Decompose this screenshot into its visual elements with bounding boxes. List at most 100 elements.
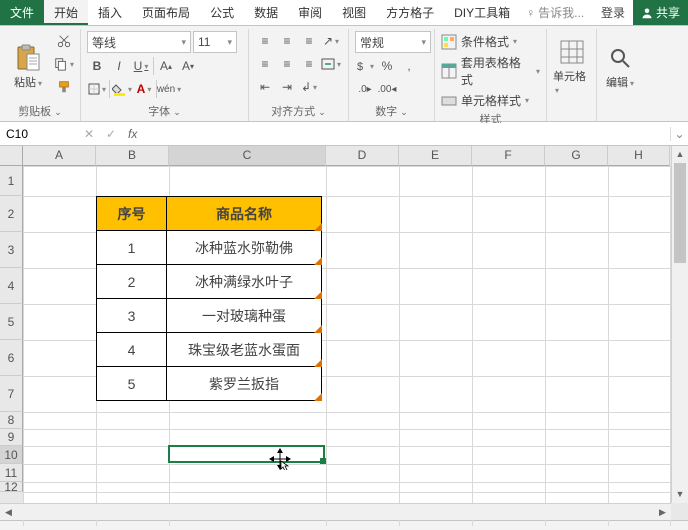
col-header-A[interactable]: A (23, 146, 96, 166)
scroll-down-button[interactable]: ▼ (672, 486, 688, 503)
editing-button[interactable]: 编辑 (603, 29, 637, 101)
scroll-right-button[interactable]: ▶ (654, 507, 671, 518)
row-header-2[interactable]: 2 (0, 196, 23, 232)
font-name-combo[interactable]: 等线▾ (87, 31, 191, 53)
underline-button[interactable]: U (131, 56, 151, 76)
shrink-font-button[interactable]: A▾ (178, 56, 198, 76)
row-header-10[interactable]: 10 (0, 446, 23, 464)
paste-button[interactable]: 粘贴 (6, 29, 50, 101)
status-bar (0, 520, 688, 530)
font-color-button[interactable]: A (134, 79, 154, 99)
tab-review[interactable]: 审阅 (288, 0, 332, 25)
font-size-combo[interactable]: 11▾ (193, 31, 237, 53)
align-left-button[interactable]: ≡ (255, 54, 275, 74)
italic-button[interactable]: I (109, 56, 129, 76)
format-painter-button[interactable] (54, 77, 74, 97)
name-box[interactable]: ▾ (0, 123, 78, 145)
group-label: 剪贴板 ⌄ (6, 101, 74, 121)
align-top-button[interactable]: ≡ (255, 31, 275, 51)
group-font: 等线▾ 11▾ B I U A▴ A▾ A wén 字体 ⌄ (81, 29, 249, 121)
row-header-5[interactable]: 5 (0, 304, 23, 340)
cell-name[interactable]: 冰种蓝水弥勒佛 (167, 231, 322, 265)
currency-button[interactable]: $ (355, 56, 375, 76)
select-all-corner[interactable] (0, 146, 23, 166)
col-header-F[interactable]: F (472, 146, 545, 166)
cell-id[interactable]: 4 (97, 333, 167, 367)
decrease-indent-button[interactable]: ⇤ (255, 77, 275, 97)
col-header-C[interactable]: C (169, 146, 326, 166)
align-right-button[interactable]: ≡ (299, 54, 319, 74)
row-header-8[interactable]: 8 (0, 412, 23, 429)
scroll-up-button[interactable]: ▲ (672, 146, 688, 163)
tab-home[interactable]: 开始 (44, 0, 88, 25)
horizontal-scrollbar[interactable]: ◀ ▶ (0, 503, 671, 520)
row-header-1[interactable]: 1 (0, 166, 23, 196)
decrease-decimal-button[interactable]: .00◂ (377, 79, 397, 99)
copy-button[interactable] (54, 54, 74, 74)
align-center-button[interactable]: ≡ (277, 54, 297, 74)
row-header-9[interactable]: 9 (0, 429, 23, 446)
increase-decimal-button[interactable]: .0▸ (355, 79, 375, 99)
cell-name[interactable]: 一对玻璃种蛋 (167, 299, 322, 333)
align-bottom-button[interactable]: ≡ (299, 31, 319, 51)
cells-button[interactable]: 单元格 (553, 29, 590, 101)
tab-ffgz[interactable]: 方方格子 (376, 0, 444, 25)
cell-name[interactable]: 冰种满绿水叶子 (167, 265, 322, 299)
cell-name[interactable]: 珠宝级老蓝水蛋面 (167, 333, 322, 367)
row-header-12[interactable]: 12 (0, 482, 23, 492)
border-button[interactable] (87, 79, 107, 99)
percent-button[interactable]: % (377, 56, 397, 76)
tab-diy[interactable]: DIY工具箱 (444, 0, 520, 25)
align-middle-button[interactable]: ≡ (277, 31, 297, 51)
vertical-scrollbar[interactable]: ▲ ▼ (671, 146, 688, 503)
comma-button[interactable]: , (399, 56, 419, 76)
number-format-combo[interactable]: 常规▾ (355, 31, 431, 53)
increase-indent-button[interactable]: ⇥ (277, 77, 297, 97)
orientation-button[interactable]: ↗ (321, 31, 341, 51)
col-header-E[interactable]: E (399, 146, 472, 166)
insert-function-button[interactable]: fx (122, 127, 143, 141)
col-header-D[interactable]: D (326, 146, 399, 166)
grow-font-button[interactable]: A▴ (156, 56, 176, 76)
scissors-icon (57, 34, 71, 48)
tab-file[interactable]: 文件 (0, 0, 44, 25)
login-button[interactable]: 登录 (593, 0, 633, 25)
phonetic-button[interactable]: wén (159, 79, 179, 99)
row-header-3[interactable]: 3 (0, 232, 23, 268)
expand-formula-button[interactable]: ⌄ (670, 127, 688, 141)
tell-me[interactable]: ♀告诉我... (520, 0, 590, 25)
row-header-4[interactable]: 4 (0, 268, 23, 304)
tab-page-layout[interactable]: 页面布局 (132, 0, 200, 25)
cell-id[interactable]: 1 (97, 231, 167, 265)
tab-data[interactable]: 数据 (244, 0, 288, 25)
cell-name[interactable]: 紫罗兰扳指 (167, 367, 322, 401)
ribbon: 粘贴 剪贴板 ⌄ 等线▾ 11▾ B I U A▴ A▾ (0, 26, 688, 122)
tab-insert[interactable]: 插入 (88, 0, 132, 25)
bold-button[interactable]: B (87, 56, 107, 76)
tab-formulas[interactable]: 公式 (200, 0, 244, 25)
cell-id[interactable]: 3 (97, 299, 167, 333)
cells-area[interactable]: 序号商品名称1冰种蓝水弥勒佛2冰种满绿水叶子3一对玻璃种蛋4珠宝级老蓝水蛋面5紫… (23, 166, 671, 503)
format-as-table-button[interactable]: 套用表格格式▾ (441, 54, 540, 88)
fill-color-button[interactable] (112, 79, 132, 99)
tab-view[interactable]: 视图 (332, 0, 376, 25)
scroll-left-button[interactable]: ◀ (0, 507, 17, 518)
col-header-H[interactable]: H (608, 146, 670, 166)
table-row: 3一对玻璃种蛋 (97, 299, 322, 333)
row-header-7[interactable]: 7 (0, 376, 23, 412)
share-button[interactable]: 共享 (633, 0, 688, 25)
cell-id[interactable]: 5 (97, 367, 167, 401)
vscroll-thumb[interactable] (674, 163, 686, 263)
cell-id[interactable]: 2 (97, 265, 167, 299)
brush-icon (57, 80, 71, 94)
conditional-format-button[interactable]: 条件格式▾ (441, 33, 540, 50)
formula-input[interactable] (143, 123, 670, 145)
col-header-B[interactable]: B (96, 146, 169, 166)
svg-text:$: $ (357, 61, 363, 72)
wrap-text-button[interactable]: ↲ (299, 77, 319, 97)
merge-button[interactable] (321, 54, 341, 74)
cut-button[interactable] (54, 31, 74, 51)
col-header-G[interactable]: G (545, 146, 608, 166)
row-header-6[interactable]: 6 (0, 340, 23, 376)
cell-styles-button[interactable]: 单元格样式▾ (441, 92, 540, 109)
